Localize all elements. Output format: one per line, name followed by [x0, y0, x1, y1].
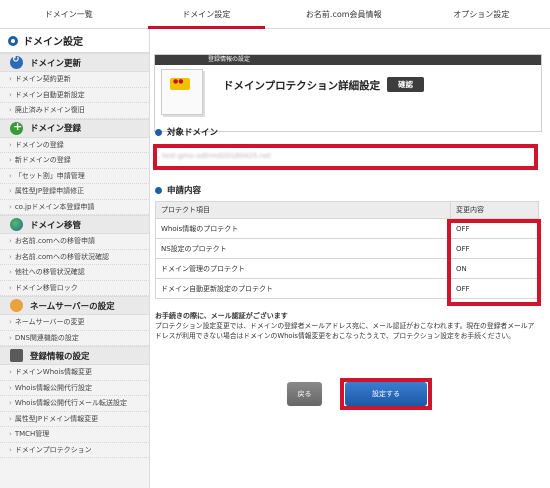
globe-icon: [10, 218, 23, 231]
sidebar-item[interactable]: ドメインプロテクション: [0, 443, 149, 458]
sidebar-item[interactable]: 「セット割」申請管理: [0, 169, 149, 184]
highlight-frame: [447, 219, 541, 306]
circle-icon: [8, 35, 18, 46]
target-domain-label: 対象ドメイン: [167, 128, 219, 138]
table-header-row: プロテクト項目 変更内容: [155, 201, 539, 219]
sidebar-title-label: ドメイン設定: [23, 37, 83, 48]
sidebar-section-registration-info[interactable]: 登録情報の設定: [0, 346, 149, 365]
sidebar-item[interactable]: 属性型JP登録申請修正: [0, 184, 149, 200]
tab-domain-settings[interactable]: ドメイン設定: [138, 0, 276, 29]
main-content: 登録情報の設定 ドメインプロテクション詳細設定 確認 対象ドメイン test-g…: [150, 29, 550, 488]
sidebar-item[interactable]: お名前.comへの移管状況確認: [0, 250, 149, 265]
page-title: ドメインプロテクション詳細設定: [223, 80, 381, 92]
sidebar-item[interactable]: Whois情報公開代行設定: [0, 381, 149, 396]
person-icon: [10, 299, 23, 312]
sidebar-item[interactable]: ドメイン契約更新: [0, 72, 149, 88]
sidebar-item[interactable]: co.jpドメイン本登録申請: [0, 200, 149, 215]
sidebar-section-transfer[interactable]: ドメイン移管: [0, 215, 149, 234]
section-label: 登録情報の設定: [30, 351, 90, 362]
notice: お手続きの際に、メール認証がございます プロテクション設定変更では、ドメインの登…: [155, 311, 540, 341]
target-domain-value: test-gmo-adtrmd20180425.net: [162, 152, 272, 160]
protection-item: ドメイン自動更新設定のプロテクト: [155, 278, 451, 299]
column-header: プロテクト項目: [155, 201, 451, 219]
sidebar-item[interactable]: DNS関連機能の設定: [0, 331, 149, 346]
sidebar-item[interactable]: ドメインの登録: [0, 138, 149, 153]
submit-button[interactable]: 設定する: [345, 382, 427, 406]
target-domain-heading: 対象ドメイン: [155, 126, 218, 138]
bullet-icon: [155, 128, 162, 136]
target-domain-box: test-gmo-adtrmd20180425.net: [153, 144, 538, 170]
plus-icon: [10, 120, 23, 135]
header-bar-label: 登録情報の設定: [155, 55, 541, 65]
notice-heading: お手続きの際に、メール認証がございます: [155, 312, 288, 320]
sidebar-item[interactable]: TMCH管理: [0, 427, 149, 443]
sidebar-section-nameserver[interactable]: ネームサーバーの設定: [0, 296, 149, 315]
document-icon: [161, 69, 203, 115]
tab-domain-list[interactable]: ドメイン一覧: [0, 0, 138, 28]
column-header: 変更内容: [450, 201, 539, 219]
sidebar-section-registration[interactable]: ドメイン登録: [0, 118, 149, 138]
bullet-icon: [155, 186, 162, 194]
section-label: ドメイン移管: [30, 220, 82, 231]
tab-option-settings[interactable]: オプション設定: [413, 0, 550, 28]
top-nav: ドメイン一覧 ドメイン設定 お名前.com会員情報 オプション設定: [0, 0, 550, 29]
sidebar-item[interactable]: Whois情報公開代行メール転送設定: [0, 396, 149, 412]
back-button[interactable]: 戻る: [287, 382, 322, 406]
sidebar-item[interactable]: 属性型JPドメイン情報変更: [0, 412, 149, 427]
sidebar-section-renewal[interactable]: ドメイン更新: [0, 53, 149, 72]
sidebar-item[interactable]: ネームサーバーの変更: [0, 315, 149, 331]
tab-member-info[interactable]: お名前.com会員情報: [275, 0, 413, 28]
grid-icon: [10, 349, 23, 362]
sidebar: ドメイン設定 ドメイン更新 ドメイン契約更新 ドメイン自動更新設定 廃止済みドメ…: [0, 29, 150, 488]
protection-item: ドメイン管理のプロテクト: [155, 258, 451, 279]
sidebar-title: ドメイン設定: [0, 29, 149, 53]
sidebar-item[interactable]: 他社への移管状況確認: [0, 265, 149, 281]
refresh-icon: [10, 55, 23, 69]
section-label: ネームサーバーの設定: [30, 301, 115, 312]
sidebar-item[interactable]: 新ドメインの登録: [0, 153, 149, 169]
sidebar-item[interactable]: ドメインWhois情報変更: [0, 365, 149, 381]
section-label: ドメイン更新: [30, 58, 82, 69]
notice-body: プロテクション設定変更では、ドメインの登録者メールアドレス宛に、メール認証がおこ…: [155, 322, 535, 340]
page-header-box: 登録情報の設定 ドメインプロテクション詳細設定 確認: [154, 54, 542, 132]
sidebar-item[interactable]: ドメイン自動更新設定: [0, 88, 149, 103]
protection-item: Whois情報のプロテクト: [155, 218, 451, 239]
step-badge: 確認: [387, 77, 424, 92]
sidebar-item[interactable]: お名前.comへの移管申請: [0, 234, 149, 250]
section-label: ドメイン登録: [30, 124, 82, 134]
sidebar-item[interactable]: 廃止済みドメイン復旧: [0, 103, 149, 119]
sidebar-item[interactable]: ドメイン移管ロック: [0, 281, 149, 296]
application-label: 申請内容: [167, 186, 202, 196]
application-heading: 申請内容: [155, 184, 201, 196]
protection-item: NS設定のプロテクト: [155, 238, 451, 259]
